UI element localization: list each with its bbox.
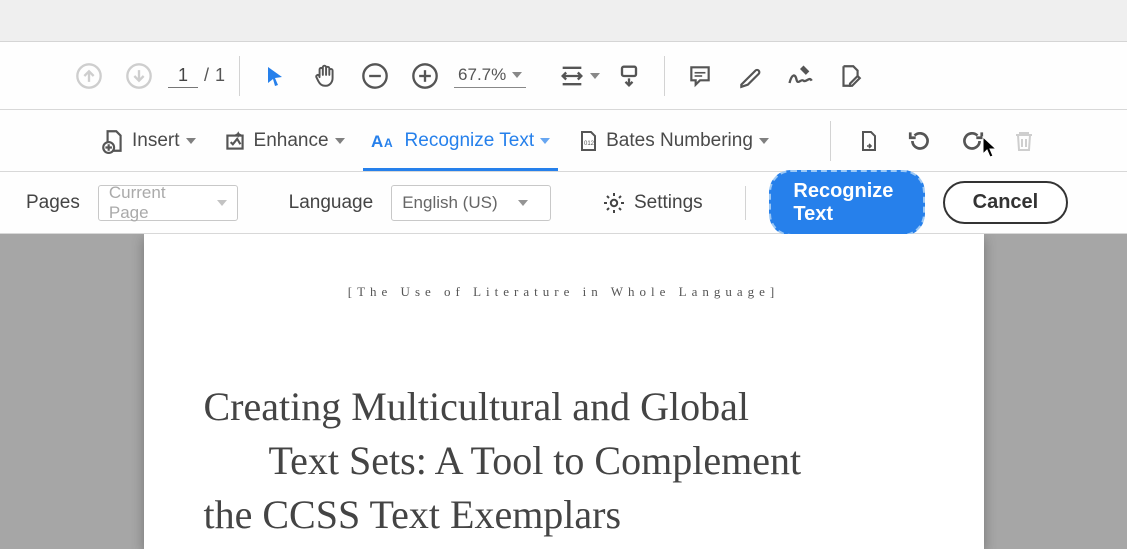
page-banner-text: [The Use of Literature in Whole Language…	[204, 284, 924, 300]
extract-page-button[interactable]	[847, 120, 889, 162]
arrow-down-circle-icon	[125, 62, 153, 90]
fit-width-icon	[558, 62, 586, 90]
extract-icon	[856, 129, 880, 153]
svg-text:012: 012	[584, 141, 595, 147]
document-view[interactable]: [The Use of Literature in Whole Language…	[0, 234, 1127, 549]
edit-page-icon	[837, 63, 863, 89]
page-total-label: 1	[215, 65, 225, 86]
gear-icon	[602, 191, 626, 215]
insert-page-icon	[100, 128, 126, 154]
separator	[745, 186, 746, 220]
recognize-text-button[interactable]: Recognize Text	[769, 170, 924, 236]
insert-label: Insert	[132, 130, 180, 152]
rotate-right-button[interactable]	[951, 120, 993, 162]
chevron-down-icon	[518, 200, 528, 206]
separator	[239, 56, 240, 96]
marker-icon	[737, 63, 763, 89]
comment-icon	[687, 63, 713, 89]
main-toolbar: / 1 67.7%	[0, 42, 1127, 110]
bates-label: Bates Numbering	[606, 130, 753, 152]
ocr-settings-button[interactable]: Settings	[602, 191, 703, 215]
bates-numbering-menu[interactable]: 012 Bates Numbering	[568, 110, 777, 171]
rotate-cw-icon	[959, 128, 985, 154]
minus-circle-icon	[361, 62, 389, 90]
chevron-down-icon	[759, 138, 769, 144]
ocr-options-bar: Pages Current Page Language English (US)…	[0, 172, 1127, 234]
chevron-down-icon	[540, 138, 550, 144]
comment-button[interactable]	[679, 55, 721, 97]
highlight-button[interactable]	[729, 55, 771, 97]
fit-width-button[interactable]	[558, 55, 600, 97]
recognize-label: Recognize Text	[405, 130, 535, 152]
pdf-page: [The Use of Literature in Whole Language…	[144, 234, 984, 549]
title-line: Creating Multicultural and Global	[204, 380, 924, 434]
pages-dropdown-value: Current Page	[109, 183, 197, 223]
page-current-input[interactable]	[168, 64, 198, 88]
svg-text:A: A	[384, 136, 393, 150]
scroll-mode-button[interactable]	[608, 55, 650, 97]
insert-menu[interactable]: Insert	[92, 110, 204, 171]
bates-page-icon: 012	[576, 129, 600, 153]
plus-circle-icon	[411, 62, 439, 90]
rotate-ccw-icon	[907, 128, 933, 154]
page-up-button[interactable]	[68, 55, 110, 97]
title-line: the CCSS Text Exemplars	[204, 488, 924, 542]
cursor-icon	[263, 64, 287, 88]
language-dropdown-value: English (US)	[402, 193, 497, 213]
zoom-out-button[interactable]	[354, 55, 396, 97]
chevron-down-icon	[186, 138, 196, 144]
page-number-control[interactable]: / 1	[168, 64, 225, 88]
rotate-left-button[interactable]	[899, 120, 941, 162]
zoom-in-button[interactable]	[404, 55, 446, 97]
signature-icon	[786, 62, 814, 90]
enhance-menu[interactable]: Enhance	[214, 110, 353, 171]
delete-page-button[interactable]	[1003, 120, 1045, 162]
chevron-down-icon	[335, 138, 345, 144]
separator	[830, 121, 831, 161]
language-dropdown[interactable]: English (US)	[391, 185, 551, 221]
cancel-button[interactable]: Cancel	[943, 181, 1069, 224]
page-down-button[interactable]	[118, 55, 160, 97]
sign-button[interactable]	[779, 55, 821, 97]
page-scroll-icon	[615, 62, 643, 90]
trash-icon	[1012, 129, 1036, 153]
page-sep-label: /	[204, 65, 209, 86]
chevron-down-icon	[217, 200, 227, 206]
enhance-label: Enhance	[254, 130, 329, 152]
chevron-down-icon	[590, 73, 600, 79]
edit-toolbar: Insert Enhance AA Recognize Text 012 Bat…	[0, 110, 1127, 172]
separator	[664, 56, 665, 96]
arrow-up-circle-icon	[75, 62, 103, 90]
hand-tool-button[interactable]	[304, 55, 346, 97]
edit-pdf-button[interactable]	[829, 55, 871, 97]
recognize-text-icon: AA	[371, 130, 399, 152]
title-line: Text Sets: A Tool to Complement	[204, 434, 924, 488]
hand-icon	[312, 63, 338, 89]
pages-label: Pages	[26, 192, 80, 214]
zoom-dropdown[interactable]: 67.7%	[454, 63, 526, 88]
page-title-text: Creating Multicultural and Global Text S…	[204, 380, 924, 542]
chevron-down-icon	[512, 72, 522, 78]
window-titlebar-space	[0, 0, 1127, 42]
language-label: Language	[289, 192, 374, 214]
select-tool-button[interactable]	[254, 55, 296, 97]
zoom-value-label: 67.7%	[458, 65, 506, 85]
svg-text:A: A	[371, 132, 383, 151]
enhance-icon	[222, 128, 248, 154]
recognize-text-menu[interactable]: AA Recognize Text	[363, 110, 559, 171]
settings-label: Settings	[634, 192, 703, 214]
pages-dropdown[interactable]: Current Page	[98, 185, 238, 221]
